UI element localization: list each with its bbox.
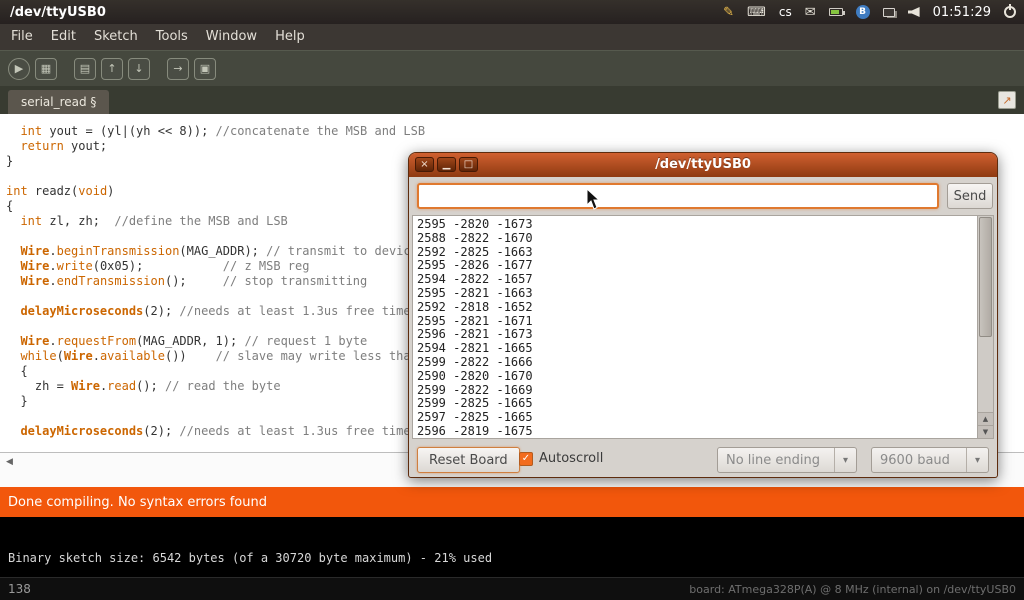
system-panel: /dev/ttyUSB0 ✎ ⌨ cs ✉ B 01:51:29 bbox=[0, 0, 1024, 24]
autoscroll-checkbox[interactable]: ✓ bbox=[519, 452, 533, 466]
open-button[interactable]: ↑ bbox=[101, 58, 123, 80]
scroll-up-icon[interactable]: ▲ bbox=[978, 412, 993, 425]
serial-line: 2595 -2821 -1671 bbox=[417, 315, 993, 329]
verify-button[interactable]: ▶ bbox=[8, 58, 30, 80]
serial-line: 2595 -2826 -1677 bbox=[417, 259, 993, 273]
menubar: FileEditSketchToolsWindowHelp bbox=[0, 24, 1024, 50]
serial-line: 2596 -2821 -1673 bbox=[417, 328, 993, 342]
serial-monitor-window: × ▁ □ /dev/ttyUSB0 Send 2595 -2820 -1673… bbox=[408, 152, 998, 478]
upload-button[interactable]: → bbox=[167, 58, 189, 80]
menu-item-edit[interactable]: Edit bbox=[42, 24, 85, 50]
line-number-indicator: 138 bbox=[8, 582, 31, 596]
panel-window-title: /dev/ttyUSB0 bbox=[0, 5, 106, 20]
serial-line: 2596 -2819 -1675 bbox=[417, 425, 993, 439]
bluetooth-icon[interactable]: B bbox=[856, 5, 870, 19]
status-message: Done compiling. No syntax errors found bbox=[8, 495, 267, 510]
serial-monitor-titlebar[interactable]: × ▁ □ /dev/ttyUSB0 bbox=[409, 153, 997, 177]
serial-output-area[interactable]: 2595 -2820 -16732588 -2822 -16702592 -28… bbox=[412, 215, 994, 439]
menu-item-file[interactable]: File bbox=[2, 24, 42, 50]
status-bar: Done compiling. No syntax errors found bbox=[0, 487, 1024, 517]
battery-icon[interactable] bbox=[829, 8, 843, 16]
console-output: Binary sketch size: 6542 bytes (of a 307… bbox=[0, 517, 1024, 577]
hscroll-left-arrow-icon[interactable]: ◀ bbox=[6, 457, 13, 467]
serial-line: 2594 -2822 -1657 bbox=[417, 273, 993, 287]
maximize-button[interactable]: □ bbox=[459, 157, 478, 172]
tab-serial-read[interactable]: serial_read § bbox=[8, 90, 109, 114]
serial-line: 2599 -2825 -1665 bbox=[417, 397, 993, 411]
serial-line: 2599 -2822 -1669 bbox=[417, 384, 993, 398]
serial-line: 2594 -2821 -1665 bbox=[417, 342, 993, 356]
window-buttons: × ▁ □ bbox=[415, 157, 478, 172]
baud-rate-value: 9600 baud bbox=[872, 453, 966, 468]
session-power-icon[interactable] bbox=[1004, 6, 1016, 18]
serial-line: 2599 -2822 -1666 bbox=[417, 356, 993, 370]
board-info: board: ATmega328P(A) @ 8 MHz (internal) … bbox=[689, 583, 1016, 596]
serial-line: 2595 -2820 -1673 bbox=[417, 218, 993, 232]
new-button[interactable]: ▤ bbox=[74, 58, 96, 80]
keyboard-layout-indicator[interactable]: cs bbox=[779, 5, 792, 19]
console-text: Binary sketch size: 6542 bytes (of a 307… bbox=[8, 551, 492, 565]
reset-board-button[interactable]: Reset Board bbox=[417, 447, 520, 473]
tab-bar: serial_read § ↗ bbox=[0, 86, 1024, 114]
stop-button[interactable]: ▦ bbox=[35, 58, 57, 80]
code-line: int yout = (yl|(yh << 8)); //concatenate… bbox=[6, 124, 1024, 139]
network-icon[interactable] bbox=[883, 8, 895, 17]
tab-menu-button[interactable]: ↗ bbox=[998, 91, 1016, 109]
serial-line: 2592 -2818 -1652 bbox=[417, 301, 993, 315]
scrollbar-thumb[interactable] bbox=[979, 217, 992, 337]
menu-item-sketch[interactable]: Sketch bbox=[85, 24, 147, 50]
line-ending-value: No line ending bbox=[718, 453, 834, 468]
keyboard-icon[interactable]: ⌨ bbox=[747, 5, 766, 20]
close-button[interactable]: × bbox=[415, 157, 434, 172]
autoscroll-label: Autoscroll bbox=[539, 451, 603, 466]
clock[interactable]: 01:51:29 bbox=[933, 5, 991, 20]
volume-icon[interactable] bbox=[908, 7, 920, 17]
baud-rate-dropdown[interactable]: 9600 baud ▾ bbox=[871, 447, 989, 473]
autoscroll-control: ✓ Autoscroll bbox=[519, 451, 603, 466]
notes-icon[interactable]: ✎ bbox=[723, 5, 734, 20]
minimize-button[interactable]: ▁ bbox=[437, 157, 456, 172]
serial-line: 2592 -2825 -1663 bbox=[417, 246, 993, 260]
serial-line: 2588 -2822 -1670 bbox=[417, 232, 993, 246]
line-ending-dropdown[interactable]: No line ending ▾ bbox=[717, 447, 857, 473]
menu-item-tools[interactable]: Tools bbox=[147, 24, 197, 50]
serial-scrollbar[interactable]: ▲ ▼ bbox=[977, 216, 993, 438]
save-button[interactable]: ↓ bbox=[128, 58, 150, 80]
scroll-down-icon[interactable]: ▼ bbox=[978, 425, 993, 438]
serial-line: 2595 -2821 -1663 bbox=[417, 287, 993, 301]
serial-line: 2590 -2820 -1670 bbox=[417, 370, 993, 384]
menu-item-window[interactable]: Window bbox=[197, 24, 266, 50]
serial-line: 2597 -2825 -1665 bbox=[417, 411, 993, 425]
serial-send-input[interactable] bbox=[417, 183, 939, 209]
menu-item-help[interactable]: Help bbox=[266, 24, 314, 50]
chevron-down-icon: ▾ bbox=[834, 448, 856, 472]
serial-monitor-title: /dev/ttyUSB0 bbox=[409, 153, 997, 177]
serial-output-lines: 2595 -2820 -16732588 -2822 -16702592 -28… bbox=[413, 216, 993, 439]
footer-bar: 138 board: ATmega328P(A) @ 8 MHz (intern… bbox=[0, 577, 1024, 600]
mail-icon[interactable]: ✉ bbox=[805, 5, 816, 20]
chevron-down-icon: ▾ bbox=[966, 448, 988, 472]
check-icon: ✓ bbox=[522, 453, 530, 464]
send-button[interactable]: Send bbox=[947, 183, 993, 209]
toolbar-buttons: ▶▦ ▤↑↓ →▣ bbox=[8, 58, 216, 80]
system-tray: ✎ ⌨ cs ✉ B 01:51:29 bbox=[723, 5, 1024, 20]
serial-monitor-button[interactable]: ▣ bbox=[194, 58, 216, 80]
toolbar: ▶▦ ▤↑↓ →▣ bbox=[0, 50, 1024, 86]
